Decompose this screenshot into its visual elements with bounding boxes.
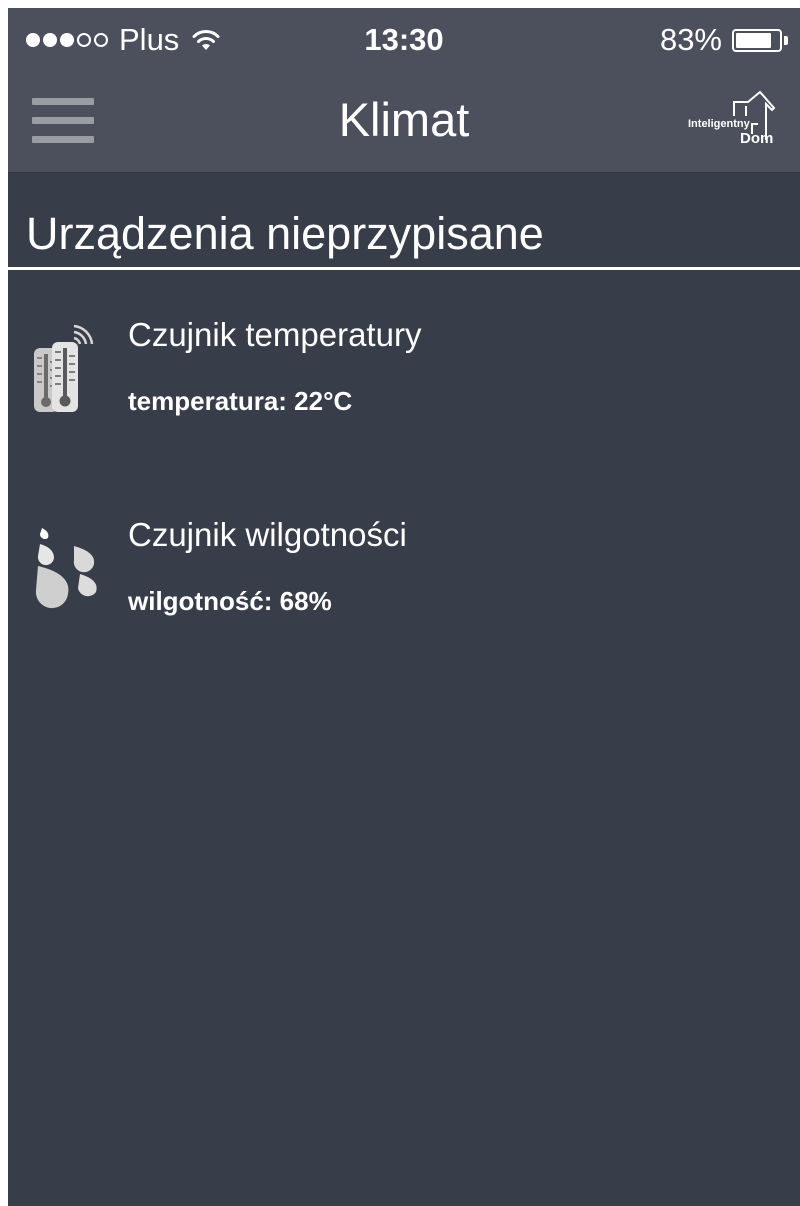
device-item-temperature[interactable]: Czujnik temperatury temperatura: 22°C [8, 316, 800, 466]
thermometer-icon [30, 324, 102, 414]
status-bar: Plus 13:30 83% [8, 8, 800, 68]
inteligentny-dom-logo[interactable]: Inteligentny Dom [686, 90, 776, 156]
device-name: Czujnik temperatury [128, 316, 422, 353]
section-title: Urządzenia nieprzypisane [26, 208, 544, 259]
humidity-drops-icon [30, 522, 102, 612]
battery-tip [784, 35, 788, 45]
device-item-humidity[interactable]: Czujnik wilgotności wilgotność: 68% [8, 516, 800, 666]
logo-text-line2: Dom [740, 130, 774, 147]
device-value: wilgotność: 68% [128, 586, 332, 616]
device-value: temperatura: 22°C [128, 386, 353, 416]
device-name: Czujnik wilgotności [128, 516, 407, 553]
navigation-bar: Klimat Inteligentny Dom [8, 68, 800, 173]
battery-level-fill [736, 32, 771, 48]
status-right: 83% [660, 22, 788, 58]
logo-text-line1: Inteligentny [688, 118, 750, 130]
section-divider [8, 267, 800, 270]
battery-percent: 83% [659, 22, 722, 57]
battery-icon [732, 28, 782, 52]
app-screen: Plus 13:30 83% Klimat Inteligentny Dom U… [8, 8, 800, 1206]
page-title: Klimat [338, 93, 470, 146]
